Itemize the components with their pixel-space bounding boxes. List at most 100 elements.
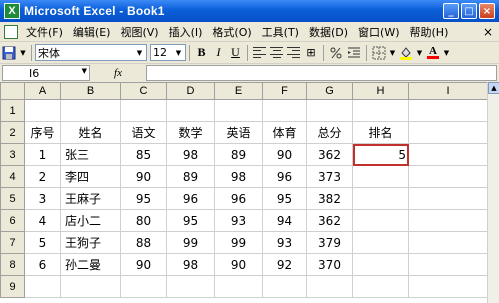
cell[interactable] [262,275,307,298]
chevron-down-icon[interactable]: ▼ [19,45,27,61]
cell[interactable]: 98 [214,165,263,188]
maximize-button[interactable]: □ [461,3,477,19]
cell[interactable] [24,99,61,122]
menu-help[interactable]: 帮助(H) [405,24,454,40]
cell[interactable] [214,99,263,122]
cell[interactable] [408,99,488,122]
cell[interactable] [120,99,167,122]
column-header[interactable]: H [352,82,409,100]
chevron-down-icon[interactable]: ▼ [416,45,423,61]
cell[interactable] [408,121,488,144]
percent-icon[interactable] [328,45,344,61]
cell[interactable]: 90 [262,143,307,166]
cell[interactable] [352,187,409,210]
underline-button[interactable]: U [227,44,244,61]
row-header[interactable]: 2 [0,121,25,144]
cell[interactable]: 96 [262,165,307,188]
minimize-button[interactable]: _ [443,3,459,19]
chevron-down-icon[interactable]: ▼ [173,46,184,59]
row-header[interactable]: 1 [0,99,25,122]
cell[interactable] [352,165,409,188]
vertical-scrollbar[interactable]: ▲ [487,82,499,303]
cell[interactable]: 数学 [166,121,215,144]
column-header[interactable]: C [120,82,167,100]
cell[interactable] [60,99,121,122]
menu-file[interactable]: 文件(F) [21,24,68,40]
column-header[interactable]: F [262,82,307,100]
menu-tools[interactable]: 工具(T) [257,24,304,40]
cell[interactable]: 98 [166,143,215,166]
cell[interactable]: 店小二 [60,209,121,232]
cell[interactable]: 98 [166,253,215,276]
cell[interactable]: 2 [24,165,61,188]
document-close-button[interactable]: × [483,25,493,39]
cell[interactable] [60,275,121,298]
cell[interactable]: 362 [306,209,353,232]
cell[interactable] [408,143,488,166]
cell[interactable]: 王麻子 [60,187,121,210]
row-header[interactable]: 9 [0,275,25,298]
formula-input[interactable] [146,65,497,81]
cell[interactable]: 李四 [60,165,121,188]
cell[interactable]: 99 [214,231,263,254]
cell[interactable]: 93 [262,231,307,254]
cell[interactable] [120,275,167,298]
merge-center-icon[interactable]: ⊞ [303,45,319,61]
cell[interactable]: 体育 [262,121,307,144]
row-header[interactable]: 5 [0,187,25,210]
selected-cell[interactable]: 5 [352,143,409,166]
row-header[interactable]: 3 [0,143,25,166]
cell[interactable]: 92 [262,253,307,276]
cell[interactable] [408,165,488,188]
align-right-icon[interactable] [287,47,300,58]
cell[interactable]: 362 [306,143,353,166]
cell[interactable] [408,275,488,298]
cell[interactable]: 3 [24,187,61,210]
row-header[interactable]: 6 [0,209,25,232]
cell[interactable]: 英语 [214,121,263,144]
cell[interactable]: 1 [24,143,61,166]
cell[interactable]: 373 [306,165,353,188]
cell[interactable]: 序号 [24,121,61,144]
bold-button[interactable]: B [193,44,210,61]
cell[interactable]: 96 [214,187,263,210]
cell[interactable]: 90 [120,165,167,188]
column-header[interactable]: E [214,82,263,100]
menu-format[interactable]: 格式(O) [207,24,256,40]
menu-window[interactable]: 窗口(W) [353,24,404,40]
select-all-corner[interactable] [0,82,25,100]
row-header[interactable]: 7 [0,231,25,254]
cell[interactable]: 孙二曼 [60,253,121,276]
menu-insert[interactable]: 插入(I) [164,24,208,40]
cell[interactable]: 88 [120,231,167,254]
indent-icon[interactable] [346,45,362,61]
cell[interactable]: 95 [262,187,307,210]
cell[interactable]: 4 [24,209,61,232]
cell[interactable] [214,275,263,298]
cell[interactable] [408,187,488,210]
cell[interactable]: 95 [120,187,167,210]
font-size-select[interactable]: 12 ▼ [150,44,186,61]
cell[interactable] [352,209,409,232]
cell[interactable] [352,275,409,298]
row-header[interactable]: 8 [0,253,25,276]
cell[interactable] [408,209,488,232]
cell[interactable]: 王狗子 [60,231,121,254]
menu-view[interactable]: 视图(V) [115,24,163,40]
cell[interactable]: 5 [24,231,61,254]
menu-edit[interactable]: 编辑(E) [68,24,116,40]
document-icon[interactable] [4,24,18,39]
chevron-down-icon[interactable]: ▼ [389,45,396,61]
align-left-icon[interactable] [253,47,266,58]
cell[interactable] [352,99,409,122]
cell[interactable] [166,99,215,122]
cell[interactable]: 382 [306,187,353,210]
cell[interactable]: 张三 [60,143,121,166]
cell[interactable]: 总分 [306,121,353,144]
cell[interactable] [306,275,353,298]
cell[interactable]: 95 [166,209,215,232]
column-header[interactable]: A [24,82,61,100]
borders-icon[interactable] [371,45,387,61]
cell[interactable] [306,99,353,122]
cell[interactable]: 93 [214,209,263,232]
